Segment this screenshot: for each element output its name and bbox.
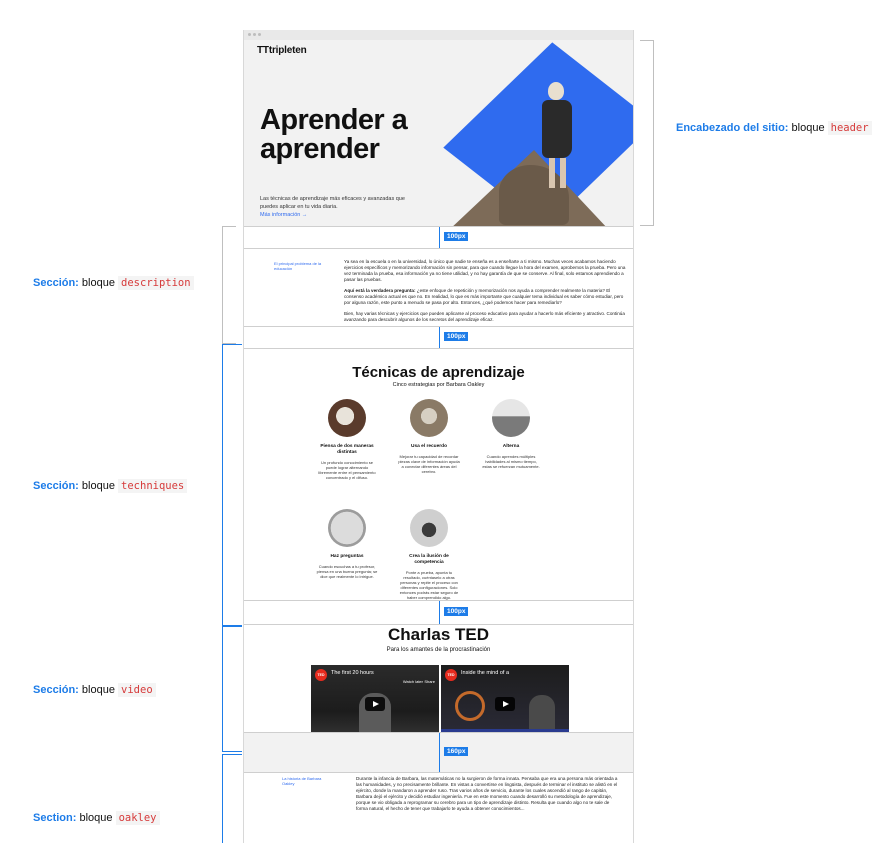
techniques-title: Técnicas de aprendizaje <box>352 364 525 381</box>
techniques-subtitle: Cinco estrategias por Barbara Oakley <box>392 382 485 388</box>
site-frame: TTtripleten Aprender a aprender Las técn… <box>243 30 634 843</box>
technique-card: Crea la ilusión de competencia Ponte a p… <box>398 509 460 600</box>
oakley-bracket <box>222 754 242 843</box>
video-bracket <box>222 626 242 752</box>
tripleten-logo[interactable]: TTtripleten <box>257 45 307 56</box>
technique-title: Crea la ilusión de competencia <box>409 554 449 565</box>
description-annotation: Sección: bloque description <box>33 276 194 290</box>
window-chrome <box>244 30 633 40</box>
logo-text: tripleten <box>268 45 307 56</box>
video-annotation: Sección: bloque video <box>33 683 156 697</box>
spacing-badge: 100px <box>444 332 469 341</box>
video-title-overlay: The first 20 hours <box>331 670 374 676</box>
technique-image <box>328 509 366 547</box>
oakley-label: La historia de Barbara Oakley <box>282 776 322 786</box>
technique-card: Alterna Cuando aprendes múltiples habili… <box>480 399 542 469</box>
logo-mark-icon: TT <box>257 45 269 56</box>
hero-person-head <box>548 82 564 100</box>
hero-more-link[interactable]: Más información → <box>260 212 307 218</box>
spacing-badge: 100px <box>444 232 469 241</box>
description-text: Ya sea en la escuela o en la universidad… <box>344 259 626 323</box>
technique-image <box>328 399 366 437</box>
watch-later-label[interactable]: Watch later <box>403 679 423 684</box>
technique-desc: Ponte a prueba, apunta tu resultado, cué… <box>399 570 459 600</box>
technique-desc: Cuando aprendes múltiples habilidades al… <box>482 454 540 469</box>
gap-spacer: 100px <box>244 326 633 348</box>
technique-image <box>410 509 448 547</box>
spacing-guide <box>439 227 440 248</box>
description-bracket <box>222 226 236 344</box>
ted-logo-icon: TED <box>445 669 457 681</box>
hero-person-leg <box>560 158 566 188</box>
spacing-guide <box>439 327 440 348</box>
play-icon[interactable] <box>365 697 385 711</box>
technique-desc: Cuando escuchas a tu profesor, piensa en… <box>316 564 378 579</box>
technique-image <box>492 399 530 437</box>
oakley-annotation: Section: bloque oakley <box>33 811 160 825</box>
video-title-overlay: Inside the mind of a <box>461 670 510 676</box>
spacing-badge: 160px <box>444 747 469 756</box>
header-annotation: Encabezado del sitio: bloque header <box>676 121 872 135</box>
technique-title: Haz preguntas <box>330 554 364 559</box>
description-p2: Aquí está la verdadera pregunta: ¿este e… <box>344 288 626 306</box>
technique-title: Piensa de dos maneras distintas <box>320 444 374 455</box>
techniques-bracket <box>222 344 242 626</box>
description-p1: Ya sea en la escuela o en la universidad… <box>344 259 626 282</box>
oakley-section: La historia de Barbara Oakley Durante la… <box>244 772 633 832</box>
hero-person-leg <box>549 158 555 188</box>
technique-title: Usa el recuerdo <box>411 444 447 449</box>
description-section: El principal problema de la educación Ya… <box>244 248 633 326</box>
technique-card: Piensa de dos maneras distintas Un profu… <box>316 399 378 480</box>
header-bracket <box>640 40 654 226</box>
spacing-badge: 100px <box>444 607 469 616</box>
hero-person-body <box>542 100 572 158</box>
video-title: Charlas TED <box>387 625 490 644</box>
gap-spacer: 100px <box>244 600 633 624</box>
techniques-section: Técnicas de aprendizaje Cinco estrategia… <box>244 348 633 600</box>
technique-card: Haz preguntas Cuando escuchas a tu profe… <box>316 509 378 579</box>
techniques-annotation: Sección: bloque techniques <box>33 479 188 493</box>
video-section: Charlas TED Para los amantes de la procr… <box>244 624 633 743</box>
description-p2-bold: Aquí está la verdadera pregunta: <box>344 288 416 293</box>
play-icon[interactable] <box>495 697 515 711</box>
technique-image <box>410 399 448 437</box>
technique-desc: Un profundo conocimiento se puede lograr… <box>318 460 376 480</box>
share-label[interactable]: Share <box>424 679 435 684</box>
video-subtitle: Para los amantes de la procrastinación <box>386 647 491 653</box>
oakley-text: Durante la infancia de Barbara, las mate… <box>356 776 618 811</box>
hero-title: Aprender a aprender <box>260 104 408 165</box>
site-header: TTtripleten Aprender a aprender Las técn… <box>244 40 633 226</box>
spacing-guide <box>439 601 440 624</box>
ted-logo-icon: TED <box>315 669 327 681</box>
technique-title: Alterna <box>502 444 520 449</box>
spacing-guide <box>439 733 440 772</box>
description-label: El principal problema de la educación <box>274 261 322 271</box>
gap-spacer: 100px <box>244 226 633 248</box>
hero-subtitle: Las técnicas de aprendizaje más eficaces… <box>260 196 405 210</box>
technique-card: Usa el recuerdo Mejorar tu capacidad de … <box>398 399 460 474</box>
wheel-illustration <box>455 691 485 721</box>
description-p3: Bien, hay varias técnicas y ejercicios q… <box>344 311 625 322</box>
gap-spacer: 160px <box>244 732 633 772</box>
technique-desc: Mejorar tu capacidad de recordar piezas … <box>398 454 460 474</box>
